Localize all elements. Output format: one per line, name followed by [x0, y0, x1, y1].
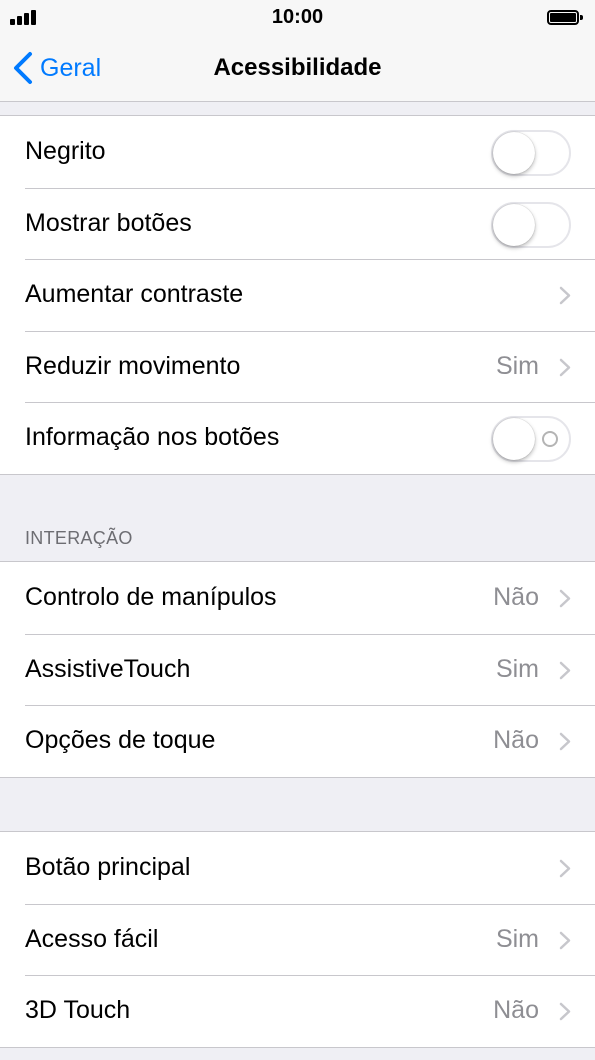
setting-row-increase-contrast[interactable]: Aumentar contraste	[0, 259, 595, 331]
toggle-knob	[493, 203, 535, 246]
setting-row-assistivetouch[interactable]: AssistiveTouch Sim	[0, 633, 595, 706]
setting-row-reachability[interactable]: Acesso fácil Sim	[0, 903, 595, 976]
page-title: Acessibilidade	[213, 54, 382, 81]
row-label: Reduzir movimento	[25, 351, 241, 380]
toggle-off-circle-icon	[542, 431, 558, 447]
toggle-knob	[493, 418, 535, 460]
setting-row-3d-touch[interactable]: 3D Touch Não	[0, 975, 595, 1047]
setting-row-switch-control[interactable]: Controlo de manípulos Não	[0, 562, 595, 634]
toggle-knob	[493, 132, 535, 174]
row-label: Negrito	[25, 137, 106, 165]
chevron-right-icon	[559, 286, 571, 305]
row-label: Informação nos botões	[25, 423, 280, 451]
chevron-right-icon	[559, 358, 571, 376]
status-time: 10:00	[271, 6, 324, 28]
row-value: Não	[493, 726, 539, 754]
setting-row-home-button[interactable]: Botão principal	[0, 832, 595, 904]
display-settings-group: Negrito Mostrar botões Aumentar contrast…	[0, 115, 595, 475]
setting-row-touch-accommodations[interactable]: Opções de toque Não	[0, 705, 595, 777]
row-value: Sim	[495, 654, 539, 683]
battery-icon	[547, 10, 583, 25]
row-value: Não	[493, 996, 539, 1024]
setting-row-on-off-labels: Informação nos botões	[0, 402, 595, 474]
setting-row-reduce-motion[interactable]: Reduzir movimento Sim	[0, 330, 595, 403]
chevron-right-icon	[559, 931, 571, 949]
chevron-right-icon	[559, 1002, 571, 1021]
row-value: Sim	[495, 924, 539, 953]
setting-row-button-shapes: Mostrar botões	[0, 187, 595, 260]
row-value: Sim	[495, 351, 539, 380]
row-label: Botão principal	[25, 853, 191, 881]
row-label: Aumentar contraste	[25, 280, 244, 308]
row-label: 3D Touch	[25, 996, 131, 1024]
interaction-group: Controlo de manípulos Não AssistiveTouch…	[0, 561, 595, 778]
row-label: Opções de toque	[25, 726, 216, 754]
chevron-right-icon	[559, 589, 571, 608]
row-label: Controlo de manípulos	[25, 583, 277, 611]
navigation-bar: Geral Acessibilidade	[0, 36, 595, 102]
on-off-labels-toggle[interactable]	[491, 416, 571, 462]
bold-text-toggle[interactable]	[491, 130, 571, 176]
status-bar: 10:00	[0, 0, 595, 36]
row-value: Não	[493, 583, 539, 611]
row-label: Acesso fácil	[25, 924, 159, 953]
section-header-interaction: INTERAÇÃO	[25, 528, 133, 548]
button-shapes-toggle[interactable]	[491, 201, 571, 248]
chevron-right-icon	[559, 661, 571, 679]
chevron-right-icon	[559, 732, 571, 751]
setting-row-bold-text: Negrito	[0, 116, 595, 188]
row-label: Mostrar botões	[25, 208, 192, 237]
chevron-right-icon	[559, 859, 571, 878]
hardware-settings-group: Botão principal Acesso fácil Sim 3D Touc…	[0, 831, 595, 1048]
row-label: AssistiveTouch	[25, 654, 191, 683]
